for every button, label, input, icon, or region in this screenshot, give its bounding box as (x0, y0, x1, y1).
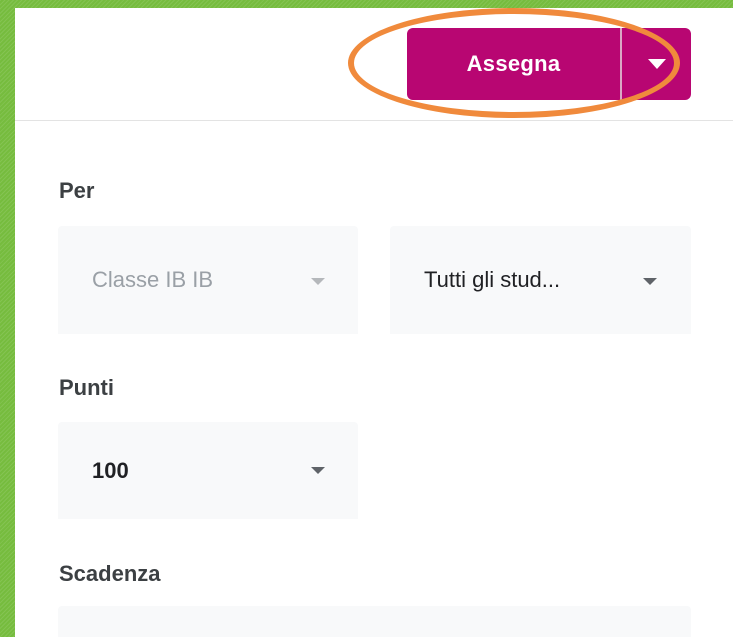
chevron-down-icon (311, 467, 325, 474)
assign-split-button: Assegna (407, 28, 691, 100)
due-date-select[interactable] (58, 606, 691, 637)
points-select-value: 100 (92, 457, 129, 483)
caret-down-icon (647, 59, 666, 69)
class-select-value: Classe IB IB (92, 267, 214, 292)
students-select-value: Tutti gli stud... (424, 267, 561, 292)
assignment-side-panel: Assegna Per Classe IB IB Tutti gli stud.… (15, 8, 733, 637)
points-select[interactable]: 100 (58, 422, 358, 519)
points-label: Punti (59, 375, 114, 400)
assign-options-button[interactable] (622, 28, 691, 100)
chevron-down-icon (311, 278, 325, 285)
chevron-down-icon (643, 278, 657, 285)
header-divider (15, 120, 733, 121)
assign-button[interactable]: Assegna (407, 28, 620, 100)
due-date-label: Scadenza (59, 561, 161, 586)
students-select[interactable]: Tutti gli stud... (390, 226, 691, 334)
for-label: Per (59, 178, 95, 203)
class-select[interactable]: Classe IB IB (58, 226, 358, 334)
